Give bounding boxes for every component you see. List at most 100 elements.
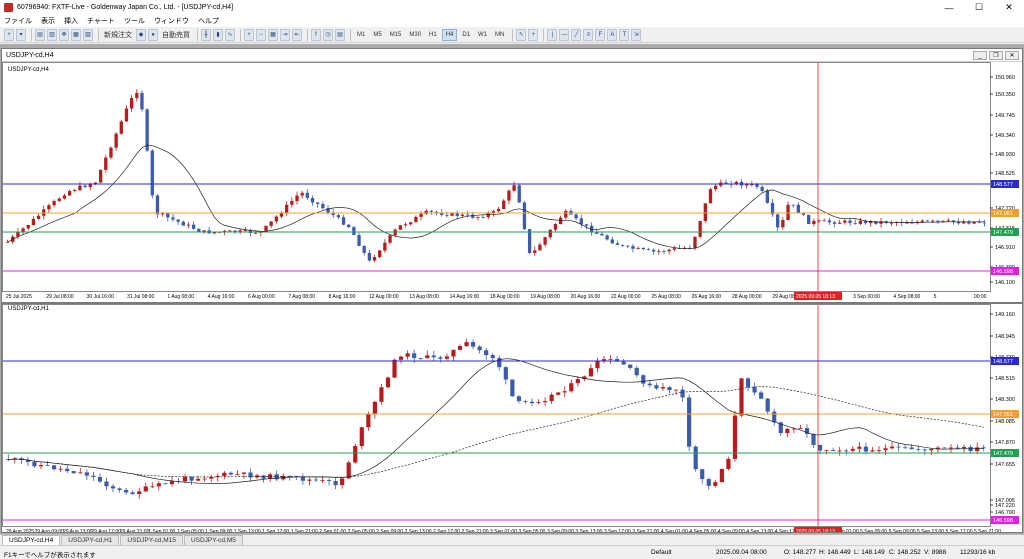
candle-body — [166, 213, 170, 218]
candle-body — [378, 250, 382, 258]
time-axis-label: 2 Sep 05:00 — [348, 529, 375, 532]
window-minimize-icon[interactable]: _ — [973, 51, 987, 60]
candle-body — [889, 446, 895, 449]
data-window-icon[interactable]: ▥ — [47, 28, 57, 41]
horizontal-line-icon[interactable]: — — [559, 28, 570, 41]
navigator-icon[interactable]: ✥ — [59, 28, 69, 41]
candle-body — [798, 428, 803, 429]
chart-window-titlebar: USDJPY-cd,H4 _ ❐ ✕ — [2, 49, 1022, 62]
h1-chart-canvas[interactable]: USDJPY-cd,H1149.160148.945148.730148.515… — [2, 304, 1022, 532]
metaeditor-icon[interactable]: ◆ — [136, 28, 146, 41]
candle-body — [745, 378, 751, 388]
profiles-icon[interactable]: ▾ — [16, 28, 26, 41]
candle-body — [750, 184, 754, 186]
strategy-tester-icon[interactable]: ▧ — [83, 28, 93, 41]
timeframe-h1[interactable]: H1 — [426, 29, 440, 41]
timeframe-h4[interactable]: H4 — [441, 28, 458, 41]
time-axis-label: 4 Sep 01:00 — [661, 529, 688, 532]
candle-body — [409, 222, 413, 225]
tab-usdjpy-h4[interactable]: USDJPY-cd,H4 — [2, 535, 61, 545]
candle-body — [510, 379, 515, 397]
timeframe-d1[interactable]: D1 — [459, 29, 473, 41]
candle-body — [320, 480, 325, 481]
menu-file[interactable]: ファイル — [4, 16, 32, 26]
autoscroll-icon[interactable]: ⇥ — [280, 28, 290, 41]
timeframe-m1[interactable]: M1 — [354, 29, 368, 41]
trendline-icon[interactable]: ╱ — [571, 28, 582, 41]
minimize-icon[interactable]: — — [934, 0, 964, 15]
vertical-line-icon[interactable]: | — [547, 28, 558, 41]
fibonacci-icon[interactable]: F — [595, 28, 606, 41]
candle-body — [838, 222, 842, 224]
crosshair-icon[interactable]: + — [528, 28, 539, 41]
close-icon[interactable]: ✕ — [994, 0, 1024, 15]
candle-body — [776, 214, 780, 228]
candle-body — [181, 221, 185, 226]
timeframe-m30[interactable]: M30 — [406, 29, 424, 41]
candlestick-icon[interactable]: ▮ — [213, 28, 223, 41]
candle-body — [182, 476, 188, 482]
terminal-icon[interactable]: ▦ — [71, 28, 81, 41]
timeframe-w1[interactable]: W1 — [475, 29, 490, 41]
candle-body — [732, 415, 738, 459]
new-chart-icon[interactable]: + — [4, 28, 14, 41]
chart-window-h4[interactable]: USDJPY-cd,H4 _ ❐ ✕ USDJPY-cd,H4 150.960 15… — [1, 48, 1023, 303]
indicators-icon[interactable]: f — [311, 28, 321, 41]
price-axis-label: 146.100 — [995, 280, 1015, 286]
auto-trade-button[interactable]: 自動売買 — [160, 29, 192, 41]
candle-body — [569, 383, 574, 392]
candle-body — [719, 468, 724, 483]
tile-windows-icon[interactable]: ▦ — [268, 28, 278, 41]
bar-chart-icon[interactable]: ╫ — [201, 28, 211, 41]
price-axis-label: 148.930 — [995, 152, 1015, 158]
candle-body — [398, 225, 403, 230]
cursor-icon[interactable]: ↖ — [516, 28, 527, 41]
chart-window-h1[interactable]: USDJPY-cd,H1149.160148.945148.730148.515… — [1, 303, 1023, 533]
arrows-tool-icon[interactable]: ⇲ — [631, 28, 642, 41]
text-tool-icon[interactable]: A — [607, 28, 618, 41]
chart-shift-icon[interactable]: ⇤ — [292, 28, 302, 41]
candle-body — [470, 342, 476, 347]
tab-usdjpy-h1[interactable]: USDJPY-cd,H1 — [61, 535, 120, 545]
level-price-text: 147.479 — [993, 451, 1013, 457]
menu-insert[interactable]: 挿入 — [64, 16, 78, 26]
candle-body — [444, 356, 449, 359]
candle-body — [507, 190, 511, 201]
candle-body — [45, 465, 50, 466]
zoom-out-icon[interactable]: − — [256, 28, 266, 41]
maximize-icon[interactable]: ☐ — [964, 0, 994, 15]
chart-tabs: USDJPY-cd,H4 USDJPY-cd,H1 USDJPY-cd,M15 … — [0, 534, 1024, 545]
time-axis-label: 1 Aug 08:00 — [167, 294, 194, 300]
time-axis-label: 5 — [934, 294, 937, 300]
candle-body — [383, 242, 387, 251]
timeframe-mn[interactable]: MN — [492, 29, 507, 41]
new-order-button[interactable]: 新規注文 — [102, 29, 134, 41]
tab-usdjpy-m15[interactable]: USDJPY-cd,M15 — [120, 535, 183, 545]
menu-tools[interactable]: ツール — [124, 16, 145, 26]
market-watch-icon[interactable]: ▤ — [35, 28, 45, 41]
timeframe-m15[interactable]: M15 — [387, 29, 405, 41]
label-tool-icon[interactable]: T — [619, 28, 630, 41]
menu-view[interactable]: 表示 — [41, 16, 55, 26]
menu-help[interactable]: ヘルプ — [198, 16, 219, 26]
tab-usdjpy-m5[interactable]: USDJPY-cd,M5 — [183, 535, 243, 545]
templates-icon[interactable]: ▤ — [335, 28, 345, 41]
window-restore-icon[interactable]: ❐ — [989, 51, 1003, 60]
periods-icon[interactable]: ◷ — [323, 28, 333, 41]
candle-body — [584, 224, 589, 226]
auto-trade-icon[interactable]: ● — [148, 28, 158, 41]
zoom-in-icon[interactable]: + — [244, 28, 254, 41]
line-chart-icon[interactable]: ∿ — [225, 28, 235, 41]
candle-body — [156, 483, 161, 487]
timeframe-m5[interactable]: M5 — [370, 29, 384, 41]
candle-body — [549, 394, 554, 402]
window-close-icon[interactable]: ✕ — [1005, 51, 1019, 60]
menu-chart[interactable]: チャート — [87, 16, 115, 26]
h4-chart-canvas[interactable]: USDJPY-cd,H4 150.960 150.350 149.745 149.340… — [2, 62, 1022, 303]
menu-window[interactable]: ウィンドウ — [154, 16, 189, 26]
time-axis-label: 3 Sep 05:00 — [518, 529, 545, 532]
candle-body — [31, 218, 36, 225]
candle-body — [503, 367, 508, 380]
channel-icon[interactable]: ≡ — [583, 28, 594, 41]
candle-body — [610, 239, 614, 244]
